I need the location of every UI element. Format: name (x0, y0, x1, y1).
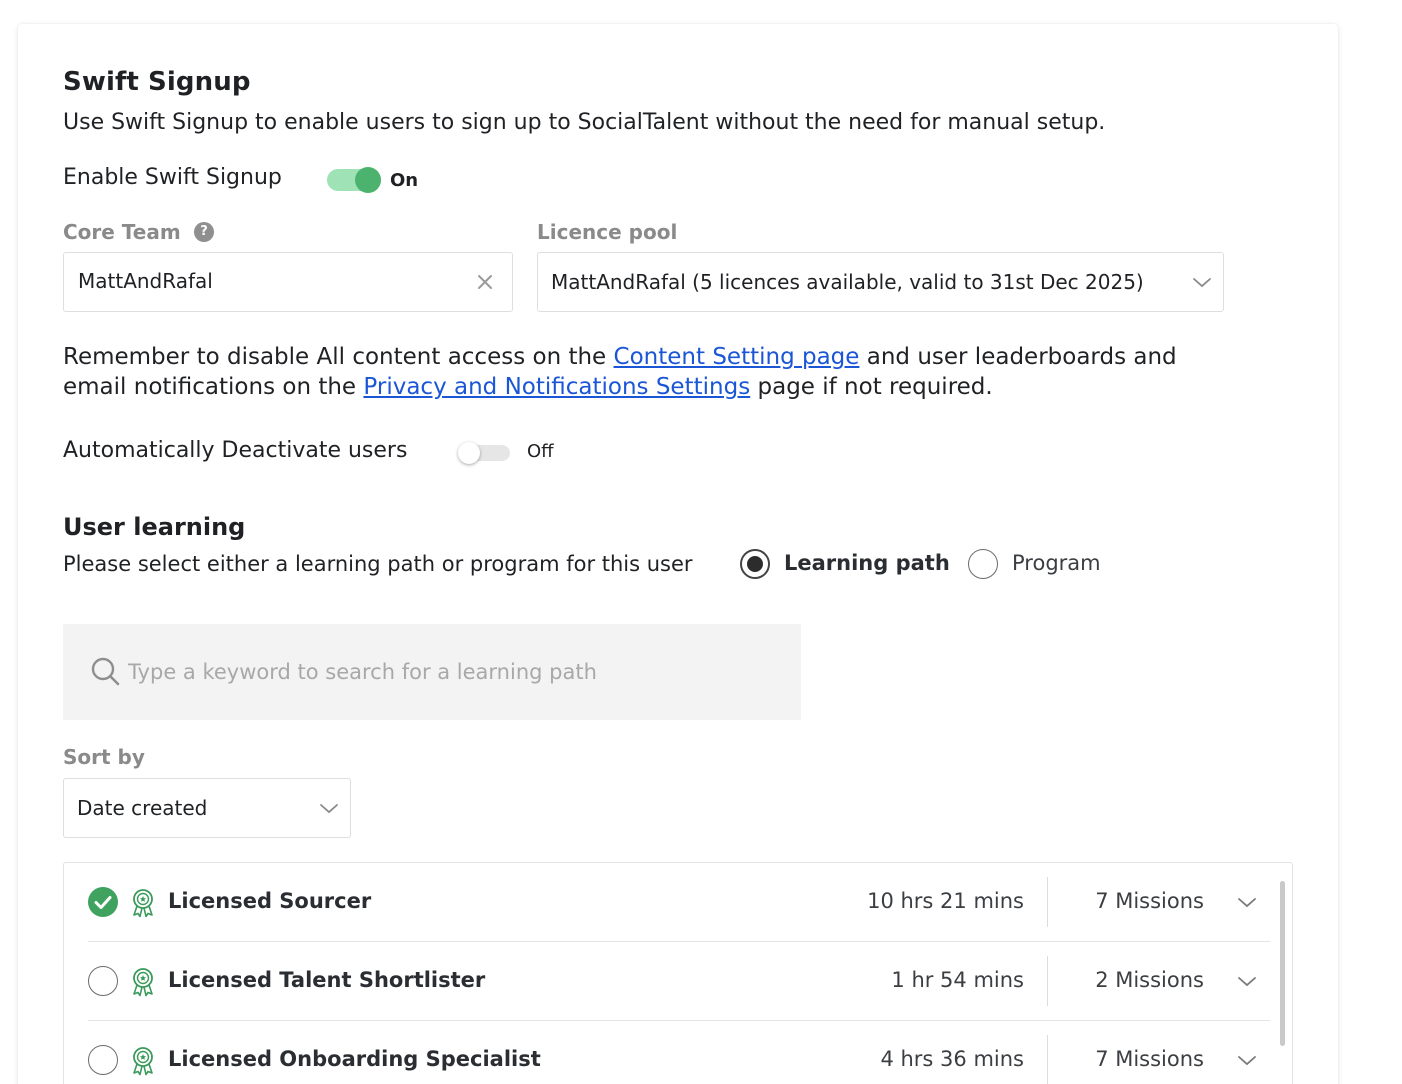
enable-swift-signup-label: Enable Swift Signup (63, 165, 282, 190)
licence-pool-value: MattAndRafal (5 licences available, vali… (551, 270, 1144, 294)
content-setting-link[interactable]: Content Setting page (614, 344, 860, 370)
chevron-down-icon[interactable] (1236, 895, 1258, 911)
award-icon (133, 1047, 153, 1076)
column-divider (1047, 956, 1048, 1006)
learning-path-title: Licensed Sourcer (168, 889, 372, 913)
program-option-label[interactable]: Program (1012, 551, 1101, 575)
learning-path-duration: 4 hrs 36 mins (880, 1047, 1024, 1071)
enable-swift-signup-toggle[interactable] (327, 167, 381, 193)
learning-path-option-label[interactable]: Learning path (784, 551, 950, 575)
user-learning-prompt: Please select either a learning path or … (63, 552, 693, 576)
program-radio[interactable] (968, 549, 998, 579)
learning-path-radio[interactable] (740, 549, 770, 579)
reminder-line-2: email notifications on the Privacy and N… (63, 374, 993, 400)
reminder-line-1: Remember to disable All content access o… (63, 344, 1177, 370)
learning-path-title: Licensed Talent Shortlister (168, 968, 486, 992)
column-divider (1047, 1035, 1048, 1084)
list-item[interactable]: Licensed Onboarding Specialist 4 hrs 36 … (64, 1021, 1292, 1084)
privacy-notifications-link[interactable]: Privacy and Notifications Settings (363, 374, 750, 400)
selected-check-icon[interactable] (88, 887, 118, 917)
licence-pool-select[interactable]: MattAndRafal (5 licences available, vali… (537, 252, 1224, 312)
list-scrollbar[interactable] (1280, 881, 1285, 1046)
core-team-select[interactable]: MattAndRafal (63, 252, 513, 312)
core-team-label: Core Team (63, 220, 181, 244)
reminder-text: Remember to disable All content access o… (63, 342, 1177, 402)
sort-by-value: Date created (77, 796, 208, 820)
enable-swift-signup-state: On (390, 170, 419, 191)
page-description: Use Swift Signup to enable users to sign… (63, 110, 1106, 135)
learning-path-missions: 7 Missions (1095, 889, 1204, 913)
sort-by-select[interactable]: Date created (63, 778, 351, 838)
clear-icon[interactable] (475, 272, 495, 292)
column-divider (1047, 877, 1048, 927)
search-icon (91, 657, 120, 686)
learning-path-title: Licensed Onboarding Specialist (168, 1047, 541, 1071)
select-radio[interactable] (88, 966, 118, 996)
licence-pool-label: Licence pool (537, 220, 678, 244)
toggle-knob (355, 167, 381, 193)
learning-path-missions: 7 Missions (1095, 1047, 1204, 1071)
page-title: Swift Signup (63, 67, 251, 97)
learning-path-missions: 2 Missions (1095, 968, 1204, 992)
chevron-down-icon[interactable] (1236, 1053, 1258, 1069)
award-icon (133, 889, 153, 918)
search-input[interactable] (128, 652, 768, 692)
auto-deactivate-toggle[interactable] (458, 442, 510, 464)
learning-path-search (63, 624, 801, 720)
learning-path-duration: 10 hrs 21 mins (867, 889, 1024, 913)
swift-signup-card: Swift Signup Use Swift Signup to enable … (18, 24, 1338, 1084)
core-team-value: MattAndRafal (78, 269, 213, 293)
sort-by-label: Sort by (63, 745, 145, 769)
award-icon (133, 968, 153, 997)
auto-deactivate-state: Off (527, 441, 554, 462)
learning-path-duration: 1 hr 54 mins (891, 968, 1024, 992)
toggle-knob (458, 442, 480, 464)
user-learning-title: User learning (63, 513, 246, 541)
chevron-down-icon[interactable] (1236, 974, 1258, 990)
learning-path-list: Licensed Sourcer 10 hrs 21 mins 7 Missio… (63, 862, 1293, 1084)
select-radio[interactable] (88, 1045, 118, 1075)
auto-deactivate-label: Automatically Deactivate users (63, 438, 408, 463)
list-item[interactable]: Licensed Sourcer 10 hrs 21 mins 7 Missio… (64, 863, 1292, 942)
list-item[interactable]: Licensed Talent Shortlister 1 hr 54 mins… (64, 942, 1292, 1021)
chevron-down-icon (1193, 278, 1211, 288)
chevron-down-icon (320, 804, 338, 814)
help-icon[interactable]: ? (194, 222, 214, 242)
